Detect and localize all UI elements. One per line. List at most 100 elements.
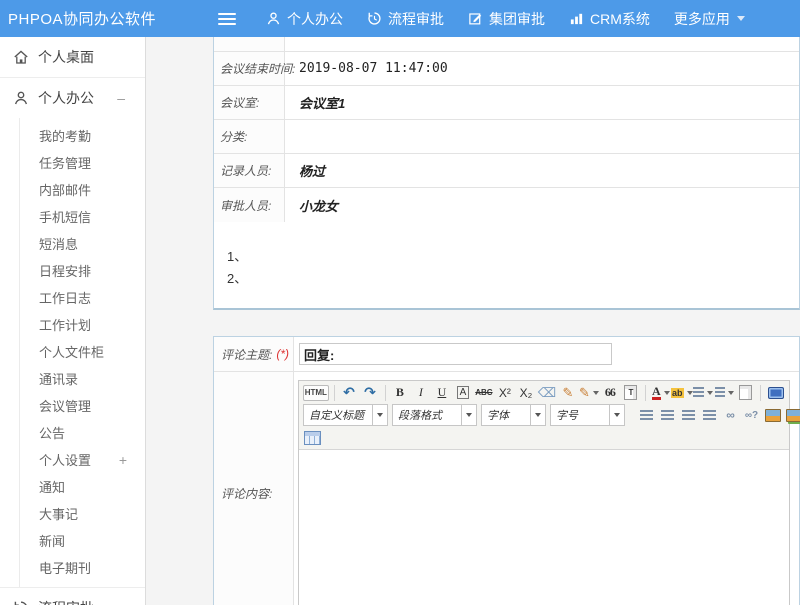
sidebar-item-internal-mail[interactable]: 内部邮件 [20, 176, 145, 203]
nav-crm-system[interactable]: CRM系统 [569, 9, 650, 29]
font-family-select[interactable]: 字体 [481, 404, 546, 426]
field-value: 小龙女 [299, 196, 338, 215]
sidebar-item-work-plan[interactable]: 工作计划 [20, 311, 145, 338]
justify-icon [703, 410, 716, 421]
sidebar-item-workflow-approval[interactable]: 流程审批 + [0, 588, 145, 605]
field-label: 审批人员: [220, 197, 271, 214]
expand-toggle[interactable]: + [119, 452, 145, 468]
upload-image-button[interactable] [784, 406, 800, 425]
sidebar-item-short-message[interactable]: 短消息 [20, 230, 145, 257]
subscript-button[interactable]: X₂ [516, 383, 535, 402]
collapse-toggle[interactable]: – [117, 90, 135, 106]
unordered-list-icon [715, 387, 725, 398]
sidebar-item-personal-settings[interactable]: 个人设置 + [20, 446, 145, 473]
underline-button[interactable]: U [432, 383, 451, 402]
fullscreen-icon [768, 387, 784, 399]
sidebar-item-notice[interactable]: 通知 [20, 473, 145, 500]
align-left-button[interactable] [637, 406, 656, 425]
comment-subject-input[interactable] [299, 343, 612, 365]
table-row-partial [214, 37, 799, 52]
insert-table-button[interactable] [303, 428, 322, 447]
nav-more-apps[interactable]: 更多应用 [674, 9, 745, 29]
sidebar-item-my-attendance[interactable]: 我的考勤 [20, 122, 145, 149]
insert-image-button[interactable] [763, 406, 782, 425]
fullscreen-button[interactable] [766, 383, 785, 402]
align-center-button[interactable] [658, 406, 677, 425]
field-label: 记录人员: [220, 162, 271, 179]
font-color-button[interactable]: A [651, 383, 670, 402]
sidebar-item-meeting-management[interactable]: 会议管理 [20, 392, 145, 419]
top-menu: 个人办公 流程审批 集团审批 CRM系统 更多应用 [266, 9, 769, 29]
nav-workflow-approval[interactable]: 流程审批 [367, 9, 444, 29]
image-upload-icon [786, 409, 800, 422]
sidebar-item-announcement[interactable]: 公告 [20, 419, 145, 446]
blockquote-button[interactable]: 66 [600, 383, 619, 402]
font-style-button[interactable]: A [453, 383, 472, 402]
sidebar-item-personal-desktop[interactable]: 个人桌面 [0, 37, 145, 77]
unordered-list-button[interactable] [715, 383, 734, 402]
table-row-category: 分类: [214, 120, 799, 154]
bar-chart-icon [569, 11, 584, 26]
top-navigation-bar: PHPOA协同办公软件 个人办公 流程审批 集团审批 CRM系统 更多应用 [0, 0, 800, 37]
caret-down-icon [664, 391, 670, 395]
content-line: 1、 [227, 246, 799, 268]
align-left-icon [640, 410, 653, 421]
caret-down-icon [687, 391, 693, 395]
justify-button[interactable] [700, 406, 719, 425]
sidebar-item-personal-files[interactable]: 个人文件柜 [20, 338, 145, 365]
highlight-color-button[interactable]: ab [672, 383, 691, 402]
remove-format-icon[interactable]: ⌫ [537, 383, 556, 402]
sidebar-item-personal-office[interactable]: 个人办公 – [0, 78, 145, 118]
sidebar-item-task-management[interactable]: 任务管理 [20, 149, 145, 176]
sidebar: 个人桌面 个人办公 – 我的考勤 任务管理 内部邮件 手机短信 短消息 日程安排… [0, 37, 146, 605]
redo-button[interactable]: ↷ [361, 383, 380, 402]
comment-subject-row: 评论主题: (*) [214, 337, 799, 372]
history-icon [13, 600, 29, 605]
sidebar-item-sms[interactable]: 手机短信 [20, 203, 145, 230]
toolbar-row-2: 自定义标题 段落格式 字体 字号 ∞ ∞? [302, 403, 786, 427]
insert-link-icon[interactable]: ∞ [721, 406, 740, 425]
user-icon [266, 11, 281, 26]
nav-group-approval[interactable]: 集团审批 [468, 9, 545, 29]
undo-button[interactable]: ↶ [340, 383, 359, 402]
field-value: 杨过 [299, 161, 325, 180]
caret-down-icon [593, 391, 599, 395]
main-content: 会议结束时间: 2019-08-07 11:47:00 会议室: 会议室1 分类… [146, 37, 800, 605]
hamburger-menu-icon[interactable] [218, 13, 236, 25]
remove-link-icon[interactable]: ∞? [742, 406, 761, 425]
sidebar-item-work-log[interactable]: 工作日志 [20, 284, 145, 311]
strikethrough-button[interactable]: ABC [474, 383, 493, 402]
bold-button[interactable]: B [390, 383, 409, 402]
sidebar-item-contacts[interactable]: 通讯录 [20, 365, 145, 392]
italic-button[interactable]: I [411, 383, 430, 402]
app-title: PHPOA协同办公软件 [8, 8, 156, 29]
sidebar-item-memorabilia[interactable]: 大事记 [20, 500, 145, 527]
comment-content-label: 评论内容: [221, 485, 272, 502]
expand-toggle[interactable]: + [117, 600, 135, 605]
sidebar-item-e-journal[interactable]: 电子期刊 [20, 554, 145, 581]
paragraph-format-select[interactable]: 段落格式 [392, 404, 477, 426]
editor-content-area[interactable] [299, 450, 789, 605]
superscript-button[interactable]: X² [495, 383, 514, 402]
quick-format-icon[interactable]: ✎ [579, 383, 598, 402]
paste-as-text-icon[interactable]: T [621, 383, 640, 402]
html-source-button[interactable]: HTML [303, 385, 329, 401]
caret-down-icon [530, 405, 545, 425]
comment-content-row: 评论内容: HTML ↶ ↷ B [214, 372, 799, 605]
sidebar-item-schedule[interactable]: 日程安排 [20, 257, 145, 284]
custom-heading-select[interactable]: 自定义标题 [303, 404, 388, 426]
field-value: 会议室1 [299, 93, 345, 112]
caret-down-icon [461, 405, 476, 425]
new-document-button[interactable] [736, 383, 755, 402]
font-size-select[interactable]: 字号 [550, 404, 625, 426]
meeting-minutes-content: 1、 2、 [214, 222, 799, 308]
ordered-list-button[interactable] [693, 383, 712, 402]
caret-down-icon [609, 405, 624, 425]
sidebar-item-news[interactable]: 新闻 [20, 527, 145, 554]
nav-personal-office[interactable]: 个人办公 [266, 9, 343, 29]
caret-down-icon [707, 391, 713, 395]
align-center-icon [661, 410, 674, 421]
personal-office-submenu: 我的考勤 任务管理 内部邮件 手机短信 短消息 日程安排 工作日志 工作计划 个… [19, 118, 145, 587]
align-right-button[interactable] [679, 406, 698, 425]
format-painter-icon[interactable]: ✎ [558, 383, 577, 402]
